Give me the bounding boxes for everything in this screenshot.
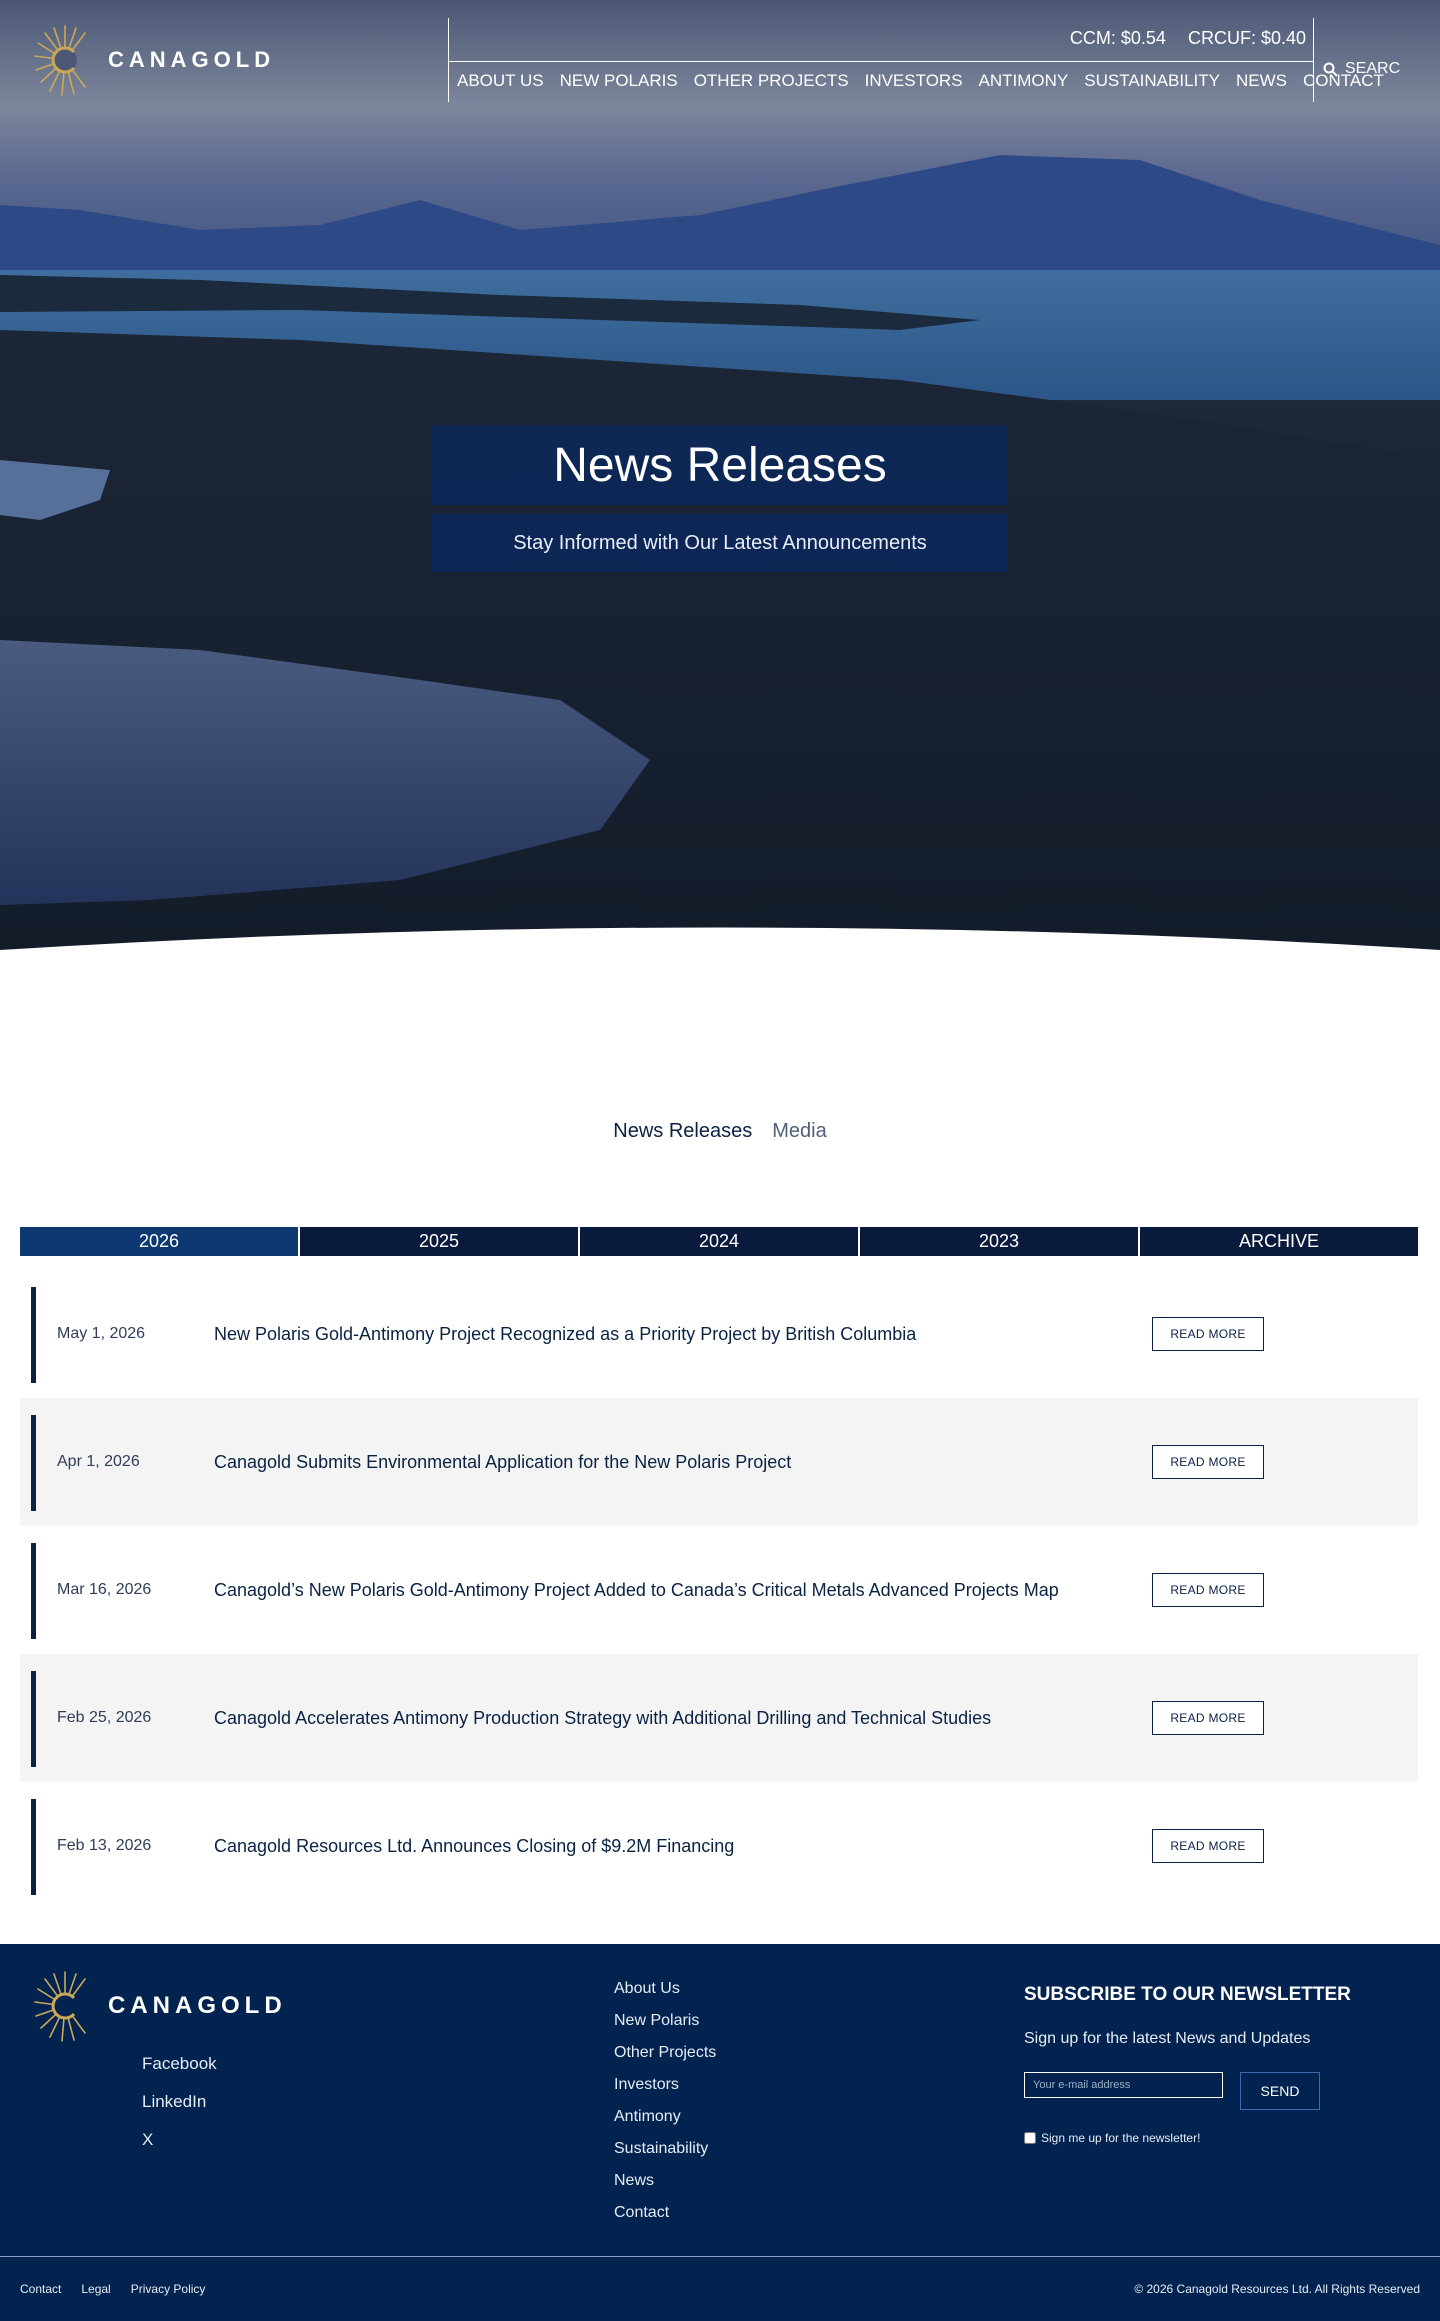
news-list: May 1, 2026 New Polaris Gold-Antimony Pr… [20,1270,1418,1910]
search-button[interactable]: SEARC [1323,60,1400,78]
news-date: Mar 16, 2026 [57,1581,152,1598]
search-label: SEARC [1345,60,1401,77]
copyright-text: © 2026 Canagold Resources Ltd. All Right… [1134,2282,1420,2296]
tab-news-releases[interactable]: News Releases [613,1120,752,1143]
social-facebook[interactable]: Facebook [142,2054,217,2074]
news-item-accent-bar [31,1543,36,1639]
nav-new-polaris[interactable]: NEW POLARIS [560,71,678,91]
logo-text: CANAGOLD [108,47,276,72]
year-tab-2023[interactable]: 2023 [860,1227,1138,1256]
site-footer: CANAGOLD Facebook LinkedIn X About Us Ne… [0,1944,1440,2321]
newsletter-send-button[interactable]: SEND [1240,2072,1320,2110]
newsletter-checkbox[interactable] [1024,2132,1036,2144]
read-more-button[interactable]: READ MORE [1152,1701,1264,1735]
hero-banner: News Releases Stay Informed with Our Lat… [0,0,1440,960]
footer-nav-sustainability[interactable]: Sustainability [614,2140,716,2158]
stock-ticker: CCM: $0.54 CRCUF: $0.40 [1070,28,1306,49]
footer-nav-investors[interactable]: Investors [614,2076,716,2094]
news-item: May 1, 2026 New Polaris Gold-Antimony Pr… [20,1270,1418,1398]
news-item: Mar 16, 2026 Canagold’s New Polaris Gold… [20,1526,1418,1654]
newsletter-title: SUBSCRIBE TO OUR NEWSLETTER [1024,1984,1351,2005]
news-title[interactable]: New Polaris Gold-Antimony Project Recogn… [214,1324,916,1345]
newsletter-checkbox-label: Sign me up for the newsletter! [1041,2131,1201,2145]
footer-nav-antimony[interactable]: Antimony [614,2108,716,2126]
footer-bottom-links: Contact Legal Privacy Policy [20,2282,205,2296]
footer-nav-new-polaris[interactable]: New Polaris [614,2012,716,2030]
news-title[interactable]: Canagold Resources Ltd. Announces Closin… [214,1836,734,1857]
footer-divider [0,2256,1440,2257]
nav-other-projects[interactable]: OTHER PROJECTS [694,71,849,91]
news-title[interactable]: Canagold’s New Polaris Gold-Antimony Pro… [214,1580,1059,1601]
news-item-accent-bar [31,1415,36,1511]
nav-news[interactable]: NEWS [1236,71,1287,91]
footer-nav-news[interactable]: News [614,2172,716,2190]
tab-media[interactable]: Media [772,1120,826,1143]
nav-sustainability[interactable]: SUSTAINABILITY [1084,71,1220,91]
footer-link-privacy-policy[interactable]: Privacy Policy [131,2282,206,2296]
nav-divider [448,61,1314,62]
read-more-button[interactable]: READ MORE [1152,1829,1264,1863]
hero-title-box: News Releases [432,425,1008,505]
news-item-accent-bar [31,1671,36,1767]
search-icon [1323,62,1338,77]
canagold-logo-icon [34,1971,86,2042]
news-item: Apr 1, 2026 Canagold Submits Environment… [20,1398,1418,1526]
social-links: Facebook LinkedIn X [142,2054,217,2150]
ticker-ccm: CCM: $0.54 [1069,28,1166,48]
year-tab-archive[interactable]: ARCHIVE [1140,1227,1418,1256]
content-tabs: News Releases Media [0,1120,1440,1143]
canagold-logo-icon [34,25,86,96]
read-more-button[interactable]: READ MORE [1152,1445,1264,1479]
newsletter-email-input[interactable] [1024,2072,1223,2098]
news-item: Feb 13, 2026 Canagold Resources Ltd. Ann… [20,1782,1418,1910]
footer-logo-text: CANAGOLD [108,1992,287,2019]
nav-antimony[interactable]: ANTIMONY [979,71,1069,91]
footer-logo[interactable]: CANAGOLD [34,1970,287,2042]
footer-nav-about-us[interactable]: About Us [614,1980,716,1998]
news-date: May 1, 2026 [57,1325,146,1342]
news-date: Feb 13, 2026 [57,1837,152,1854]
social-x[interactable]: X [142,2130,217,2150]
news-item-accent-bar [31,1799,36,1895]
site-logo[interactable]: CANAGOLD [34,24,275,96]
footer-nav-other-projects[interactable]: Other Projects [614,2044,716,2062]
year-filter: 2026 2025 2024 2023 ARCHIVE [20,1227,1418,1256]
news-item-accent-bar [31,1287,36,1383]
nav-investors[interactable]: INVESTORS [865,71,963,91]
year-tab-2025[interactable]: 2025 [300,1227,578,1256]
hero-subtitle-box: Stay Informed with Our Latest Announceme… [432,514,1008,572]
year-tab-2026[interactable]: 2026 [20,1227,298,1256]
footer-link-legal[interactable]: Legal [81,2282,110,2296]
page-title: News Releases [553,438,887,492]
news-item: Feb 25, 2026 Canagold Accelerates Antimo… [20,1654,1418,1782]
year-tab-2024[interactable]: 2024 [580,1227,858,1256]
ticker-crcuf: CRCUF: $0.40 [1187,28,1306,48]
read-more-button[interactable]: READ MORE [1152,1317,1264,1351]
newsletter-signup-checkbox[interactable]: Sign me up for the newsletter! [1024,2131,1200,2145]
main-nav: ABOUT US NEW POLARIS OTHER PROJECTS INVE… [457,71,1384,91]
read-more-button[interactable]: READ MORE [1152,1573,1264,1607]
news-date: Apr 1, 2026 [57,1453,140,1470]
footer-nav-contact[interactable]: Contact [614,2204,716,2222]
footer-nav: About Us New Polaris Other Projects Inve… [614,1980,716,2222]
newsletter-subtitle: Sign up for the latest News and Updates [1024,2030,1311,2047]
page-subtitle: Stay Informed with Our Latest Announceme… [513,531,927,554]
nav-about-us[interactable]: ABOUT US [457,71,544,91]
social-linkedin[interactable]: LinkedIn [142,2092,217,2112]
footer-link-contact[interactable]: Contact [20,2282,61,2296]
news-date: Feb 25, 2026 [57,1709,152,1726]
news-title[interactable]: Canagold Accelerates Antimony Production… [214,1708,991,1729]
news-title[interactable]: Canagold Submits Environmental Applicati… [214,1452,791,1473]
